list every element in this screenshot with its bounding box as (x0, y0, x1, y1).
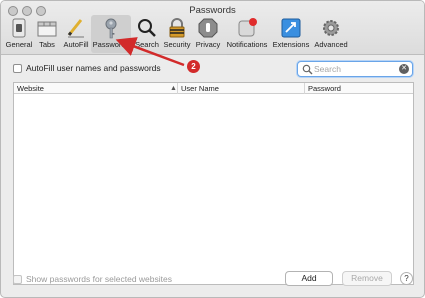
hand-icon (198, 18, 218, 38)
search-field[interactable]: ✕ (297, 61, 413, 77)
toolbar-item-security[interactable]: Security (162, 15, 192, 53)
toolbar-item-autofill[interactable]: AutoFill (61, 15, 91, 53)
passwords-pane: AutoFill user names and passwords 2 ✕ We… (1, 55, 424, 297)
search-icon (302, 64, 313, 75)
toolbar-label: Tabs (39, 40, 55, 49)
toolbar-label: Security (163, 40, 191, 49)
magnifier-icon (138, 19, 156, 37)
tabs-icon (37, 21, 57, 37)
help-button[interactable]: ? (400, 272, 413, 285)
toolbar-item-passwords[interactable]: Passwords (91, 15, 131, 53)
general-switch-icon (12, 18, 26, 38)
toolbar-label: Advanced (314, 40, 348, 49)
sort-ascending-icon: ▲ (170, 85, 177, 92)
clear-search-icon[interactable]: ✕ (399, 64, 409, 74)
toolbar-label: AutoFill (63, 40, 89, 49)
notification-icon (238, 18, 257, 37)
toolbar-label: General (5, 40, 33, 49)
table-header: Website ▲ User Name Password (14, 83, 413, 94)
gear-icon (323, 20, 339, 36)
toolbar-item-advanced[interactable]: Advanced (312, 15, 350, 53)
show-passwords-checkbox[interactable] (13, 274, 22, 284)
toolbar-item-search[interactable]: Search (133, 15, 161, 53)
toolbar-item-general[interactable]: General (5, 15, 33, 53)
autofill-label: AutoFill user names and passwords (26, 63, 161, 73)
key-icon (105, 18, 117, 39)
column-header-user-name[interactable]: User Name (177, 83, 304, 94)
show-passwords-row[interactable]: Show passwords for selected websites (13, 274, 172, 284)
autofill-checkbox-row[interactable]: AutoFill user names and passwords (13, 63, 161, 73)
title-bar: Passwords General Tabs AutoFill Password… (1, 1, 424, 55)
preferences-toolbar: General Tabs AutoFill Passwords Search S… (1, 15, 424, 53)
annotation-step-badge: 2 (187, 60, 200, 73)
autofill-checkbox[interactable] (13, 63, 22, 73)
lock-icon (169, 18, 185, 38)
toolbar-label: Notifications (226, 40, 268, 49)
show-passwords-label: Show passwords for selected websites (26, 274, 172, 284)
toolbar-item-privacy[interactable]: Privacy (194, 15, 222, 53)
toolbar-label: Search (135, 40, 159, 49)
column-header-password[interactable]: Password (304, 83, 413, 94)
search-input[interactable] (314, 63, 400, 75)
puzzle-icon (281, 18, 301, 38)
toolbar-item-notifications[interactable]: Notifications (225, 15, 269, 53)
toolbar-label: Privacy (195, 40, 221, 49)
pencil-icon (67, 19, 84, 38)
toolbar-item-extensions[interactable]: Extensions (271, 15, 311, 53)
passwords-table[interactable]: Website ▲ User Name Password (13, 82, 414, 285)
preferences-window: Passwords General Tabs AutoFill Password… (0, 0, 425, 298)
add-button[interactable]: Add (285, 271, 333, 286)
toolbar-label: Passwords (92, 40, 130, 49)
toolbar-label: Extensions (272, 40, 310, 49)
toolbar-item-tabs[interactable]: Tabs (35, 15, 59, 53)
remove-button[interactable]: Remove (342, 271, 392, 286)
column-header-website[interactable]: Website (14, 83, 177, 94)
